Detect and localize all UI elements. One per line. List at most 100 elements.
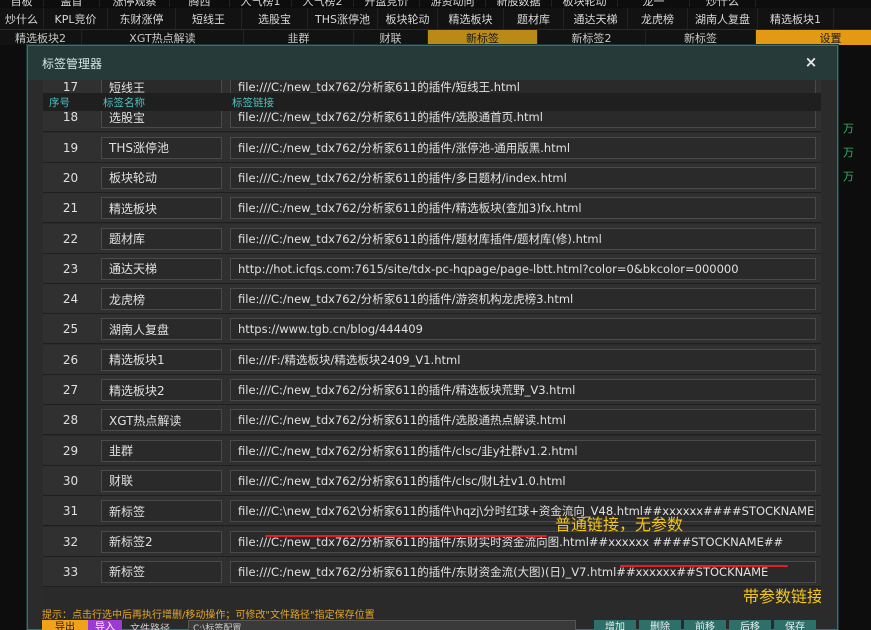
- footer-bar: 导出 导入 文件路径 C:\标签配置 增加 删除 前移 后移 保存: [42, 620, 837, 630]
- row-number: 24: [62, 292, 79, 307]
- table-row[interactable]: 28 XGT热点解读 file:///C:/new_tdx762/分析家611的插件…: [43, 405, 821, 436]
- table-row[interactable]: 21 精选板块 file:///C:/new_tdx762/分析家611的插件/精选…: [43, 193, 821, 224]
- tag-name-field[interactable]: 湖南人复盘: [101, 318, 222, 341]
- tag-name-field[interactable]: 题材库: [101, 227, 222, 250]
- table-row[interactable]: 20 板块轮动 file:///C:/new_tdx762/分析家611的插件/多日…: [43, 162, 821, 193]
- table-row[interactable]: 29 韭群 file:///C:/new_tdx762/分析家611的插件/clsc…: [43, 435, 821, 466]
- table-row[interactable]: 23 通达天梯 http://hot.icfqs.com:7615/site/tdx…: [43, 253, 821, 284]
- background-row2-tab-2: 韭群: [244, 30, 354, 45]
- background-row2-tab-0: 精选板块2: [0, 30, 82, 45]
- file-path-label: 文件路径: [130, 624, 170, 630]
- table-row[interactable]: 22 题材库 file:///C:/new_tdx762/分析家611的插件/题材库…: [43, 223, 821, 254]
- tag-link-field[interactable]: file:///C:/new_tdx762/分析家611的插件/多日题材/ind…: [230, 166, 816, 189]
- footer-hint: 提示：点击行选中后再执行增删/移动操作；可修改"文件路径"指定保存位置: [42, 610, 375, 621]
- background-row1-tab-4: 选股宝: [242, 8, 308, 29]
- background-tab-row-2: 精选板块2 XGT热点解读 韭群 财联 新标签 新标签2 新标签 设置: [0, 30, 871, 45]
- background-row1-tab-7: 精选板块: [438, 8, 504, 29]
- tag-name-field[interactable]: 精选板块1: [101, 348, 222, 371]
- tag-name-field[interactable]: 新标签2: [101, 530, 222, 553]
- annotation-plain-link: 普通链接，无参数: [555, 515, 684, 534]
- tag-link-field[interactable]: file:///C:/new_tdx762/分析家611的插件/clsc/韭y社…: [230, 439, 816, 462]
- background-row0-tab-8: 新股数据: [486, 0, 552, 7]
- tag-name-field[interactable]: 财联: [101, 469, 222, 492]
- background-row1-tab-6: 板块轮动: [378, 8, 438, 29]
- table-row[interactable]: 19 THS涨停池 file:///C:/new_tdx762/分析家611的插件/…: [43, 132, 821, 163]
- background-row1-tab-3: 短线王: [176, 8, 242, 29]
- add-button[interactable]: 增加: [594, 620, 636, 630]
- file-path-input[interactable]: C:\标签配置: [188, 620, 576, 630]
- tag-name-field[interactable]: 韭群: [101, 439, 222, 462]
- underline-plain-link: [265, 535, 547, 537]
- tag-name-field[interactable]: 通达天梯: [101, 257, 222, 280]
- side-value-0: 万: [843, 122, 854, 135]
- background-row0-tab-9: 板块轮动: [552, 0, 618, 7]
- tag-link-field[interactable]: file:///C:/new_tdx762/分析家611的插件/精选板块(查加3…: [230, 197, 816, 220]
- table-row[interactable]: 24 龙虎榜 file:///C:/new_tdx762/分析家611的插件/游资机…: [43, 284, 821, 315]
- row-number: 19: [62, 140, 79, 155]
- move-up-button[interactable]: 前移: [684, 620, 726, 630]
- tag-name-field[interactable]: XGT热点解读: [101, 409, 222, 432]
- table-header: 序号 标签名称 标签链接: [43, 93, 821, 111]
- tag-name-field[interactable]: THS涨停池: [101, 136, 222, 159]
- tag-link-field[interactable]: file:///C:/new_tdx762/分析家611的插件/游资机构龙虎榜3…: [230, 288, 816, 311]
- background-tab-row-0: 自板 盖首 涨停观察 腾西 人气榜1 人气榜2 开盘竞价 游资动向 新股数据 板块轮动 龙一 炒什么: [0, 0, 871, 7]
- tag-name-field[interactable]: 新标签: [101, 560, 222, 583]
- background-row0-tab-3: 腾西: [170, 0, 230, 7]
- tag-link-field[interactable]: file:///F:/精选板块/精选板块2409_V1.html: [230, 348, 816, 371]
- export-button[interactable]: 导出: [42, 620, 88, 630]
- action-buttons: 增加 删除 前移 后移 保存: [594, 620, 816, 630]
- close-icon[interactable]: ×: [803, 53, 819, 71]
- row-number: 33: [62, 564, 79, 579]
- table-row[interactable]: 33 新标签 file:///C:/new_tdx762/分析家611的插件/东财资…: [43, 556, 821, 587]
- row-number: 26: [62, 352, 79, 367]
- row-number: 32: [62, 534, 79, 549]
- background-row2-tab-1: XGT热点解读: [82, 30, 244, 45]
- background-row1-tab-9: 通达天梯: [564, 8, 628, 29]
- tag-manager-dialog: 标签管理器 × 17 短线王 file:///C:/new_tdx762/分析家61…: [27, 45, 838, 630]
- tag-link-field[interactable]: file:///C:/new_tdx762/分析家611的插件/涨停池-通用版黑…: [230, 136, 816, 159]
- row-number: 27: [62, 383, 79, 397]
- tag-name-field[interactable]: 精选板块2: [101, 379, 222, 401]
- table-row[interactable]: 31 新标签 file:///C:\new_tdx762\分析家611的插件\hqz…: [43, 496, 821, 527]
- background-row1-tab-2: 东财涨停: [108, 8, 176, 29]
- tag-name-field[interactable]: 龙虎榜: [101, 288, 222, 311]
- row-number: 30: [62, 473, 79, 488]
- table-row[interactable]: 27 精选板块2 file:///C:/new_tdx762/分析家611的插件/精…: [43, 375, 821, 405]
- tag-link-field[interactable]: file:///C:/new_tdx762/分析家611的插件/clsc/财L社…: [230, 469, 816, 492]
- underline-param-link: [620, 565, 788, 567]
- tag-link-field[interactable]: file:///C:/new_tdx762/分析家611的插件/精选板块荒野_V…: [230, 379, 816, 401]
- tag-link-field[interactable]: file:///C:/new_tdx762/分析家611的插件/选股通热点解读.…: [230, 409, 816, 432]
- move-down-button[interactable]: 后移: [729, 620, 771, 630]
- tag-name-field[interactable]: 板块轮动: [101, 166, 222, 189]
- background-tab-row-1: 炒什么 KPL竞价 东财涨停 短线王 选股宝 THS涨停池 板块轮动 精选板块 题材库 通达天梯龙…: [0, 8, 871, 30]
- tag-link-field[interactable]: file:///C:/new_tdx762/分析家611的插件/题材库插件/题材…: [230, 227, 816, 250]
- tag-table: 17 短线王 file:///C:/new_tdx762/分析家611的插件/短线王…: [43, 80, 821, 628]
- background-row0-tab-6: 开盘竞价: [354, 0, 420, 7]
- tag-name-field[interactable]: 新标签: [101, 500, 222, 523]
- table-row[interactable]: 30 财联 file:///C:/new_tdx762/分析家611的插件/clsc…: [43, 465, 821, 496]
- background-row2-tab-7: 设置: [756, 30, 871, 45]
- background-row0-tab-1: 盖首: [44, 0, 100, 7]
- row-number: 23: [62, 261, 79, 276]
- table-row[interactable]: 25 湖南人复盘 https://www.tgb.cn/blog/444409: [43, 314, 821, 345]
- background-row1-tab-10: 龙虎榜: [628, 8, 688, 29]
- tag-link-field[interactable]: https://www.tgb.cn/blog/444409: [230, 318, 816, 341]
- save-button[interactable]: 保存: [774, 620, 816, 630]
- delete-button[interactable]: 删除: [639, 620, 681, 630]
- row-number: 25: [62, 322, 79, 337]
- tag-link-field[interactable]: file:///C:/new_tdx762/分析家611的插件/东财实时资金流向…: [230, 530, 816, 553]
- background-side-values: 万万万: [843, 120, 867, 184]
- background-row0-tab-4: 人气榜1: [230, 0, 292, 7]
- background-row0-tab-0: 自板: [0, 0, 44, 7]
- dialog-title: 标签管理器: [42, 56, 103, 71]
- table-row[interactable]: 32 新标签2 file:///C:/new_tdx762/分析家611的插件/东财…: [43, 526, 821, 557]
- tag-link-field[interactable]: file:///C:\new_tdx762\分析家611的插件\hqzj\分时红…: [230, 500, 816, 523]
- dialog-titlebar: 标签管理器 ×: [28, 46, 837, 80]
- tag-link-field[interactable]: http://hot.icfqs.com:7615/site/tdx-pc-hq…: [230, 257, 816, 280]
- table-row[interactable]: 26 精选板块1 file:///F:/精选板块/精选板块2409_V1.html: [43, 344, 821, 375]
- background-row1-tab-11: 湖南人复盘: [688, 8, 758, 29]
- tag-name-field[interactable]: 精选板块: [101, 197, 222, 220]
- import-button[interactable]: 导入: [88, 620, 122, 630]
- background-row1-tab-1: KPL竞价: [44, 8, 108, 29]
- row-number: 20: [62, 170, 79, 185]
